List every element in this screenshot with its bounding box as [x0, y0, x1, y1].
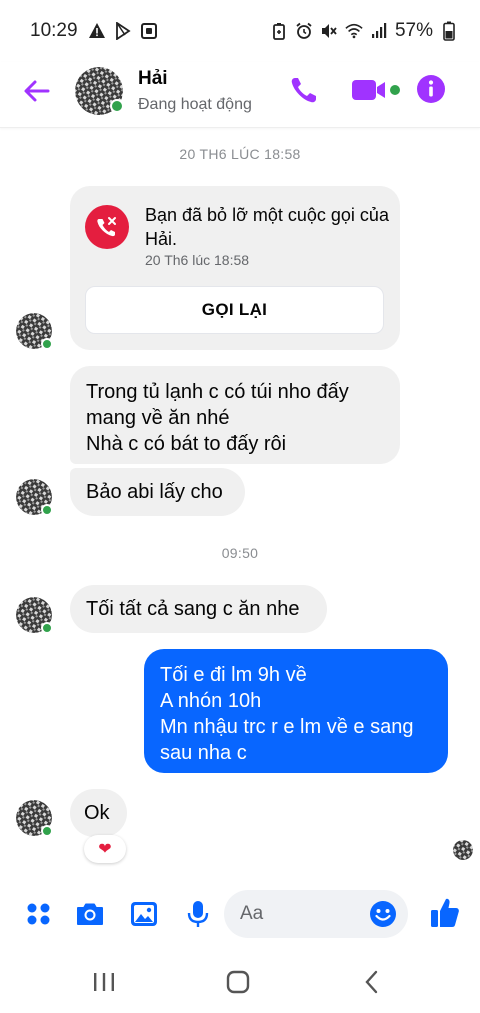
call-back-button[interactable]: GỌI LẠI — [85, 286, 384, 334]
timestamp-divider: 09:50 — [221, 545, 259, 561]
message-line: Tối e đi lm 9h về — [160, 664, 307, 686]
calendar-icon — [140, 22, 158, 40]
timestamp-divider: 20 TH6 LÚC 18:58 — [179, 146, 301, 162]
message-text: Bảo abi lấy cho — [86, 481, 223, 503]
status-bar: 10:29 57% — [0, 0, 480, 62]
missed-call-icon — [85, 205, 129, 249]
message-bubble[interactable]: Trong tủ lạnh c có túi nho đấy mang về ă… — [70, 366, 400, 464]
phone-icon[interactable] — [288, 74, 320, 106]
camera-icon[interactable] — [75, 899, 105, 929]
like-thumb-icon[interactable] — [429, 896, 461, 930]
message-input-field[interactable] — [224, 890, 408, 938]
alarm-icon — [295, 22, 313, 40]
missed-call-time: 20 Th6 lúc 18:58 — [145, 252, 250, 268]
battery-icon — [440, 21, 458, 41]
mute-icon — [320, 22, 338, 40]
message-composer — [0, 885, 480, 945]
video-call-icon[interactable] — [352, 76, 402, 104]
status-time: 10:29 — [30, 20, 78, 41]
back-arrow-icon[interactable] — [22, 76, 52, 106]
online-indicator — [110, 99, 124, 113]
missed-call-text: Bạn đã bỏ lỡ một cuộc gọi của Hải. — [145, 205, 389, 249]
message-bubble[interactable]: Bảo abi lấy cho — [70, 468, 245, 516]
message-text: Ok — [84, 802, 110, 824]
conversation-header: Hải Đang hoạt động — [0, 62, 480, 128]
seen-receipt-avatar — [453, 840, 473, 860]
contact-name[interactable]: Hải — [138, 68, 168, 90]
message-bubble[interactable]: Tối tất cả sang c ăn nhe — [70, 585, 327, 633]
battery-percent: 57% — [394, 20, 433, 41]
message-line: sau nha c — [160, 742, 247, 764]
contact-active-status: Đang hoạt động — [138, 96, 252, 113]
battery-saver-icon — [270, 22, 288, 40]
signal-icon — [370, 22, 388, 40]
wifi-icon — [345, 22, 363, 40]
microphone-icon[interactable] — [183, 899, 213, 929]
missed-call-card: Bạn đã bỏ lỡ một cuộc gọi của Hải. 20 Th… — [70, 186, 400, 350]
sent-message-bubble[interactable]: Tối e đi lm 9h về A nhón 10h Mn nhậu trc… — [144, 649, 448, 773]
warning-icon — [88, 22, 106, 40]
online-indicator — [41, 622, 53, 634]
heart-reaction-icon[interactable]: ❤ — [84, 835, 126, 863]
gallery-icon[interactable] — [129, 899, 159, 929]
online-indicator — [41, 338, 53, 350]
online-indicator — [41, 504, 53, 516]
message-line: A nhón 10h — [160, 690, 262, 712]
play-store-icon — [114, 22, 132, 40]
message-line: mang về ăn nhé — [86, 407, 230, 429]
message-input[interactable] — [240, 890, 360, 938]
message-bubble[interactable]: Ok — [70, 789, 127, 837]
message-line: Nhà c có bát to đấy rôi — [86, 433, 287, 455]
online-indicator — [41, 825, 53, 837]
android-nav-bar — [0, 950, 480, 1013]
home-icon[interactable] — [224, 968, 252, 996]
info-icon[interactable] — [416, 74, 446, 104]
message-text: Tối tất cả sang c ăn nhe — [86, 598, 300, 620]
message-line: Trong tủ lạnh c có túi nho đấy — [86, 381, 349, 403]
back-nav-icon[interactable] — [358, 968, 386, 996]
emoji-icon[interactable] — [369, 900, 397, 928]
message-line: Mn nhậu trc r e lm về e sang — [160, 716, 414, 738]
menu-dots-icon[interactable] — [24, 899, 54, 929]
recent-apps-icon[interactable] — [90, 968, 118, 996]
